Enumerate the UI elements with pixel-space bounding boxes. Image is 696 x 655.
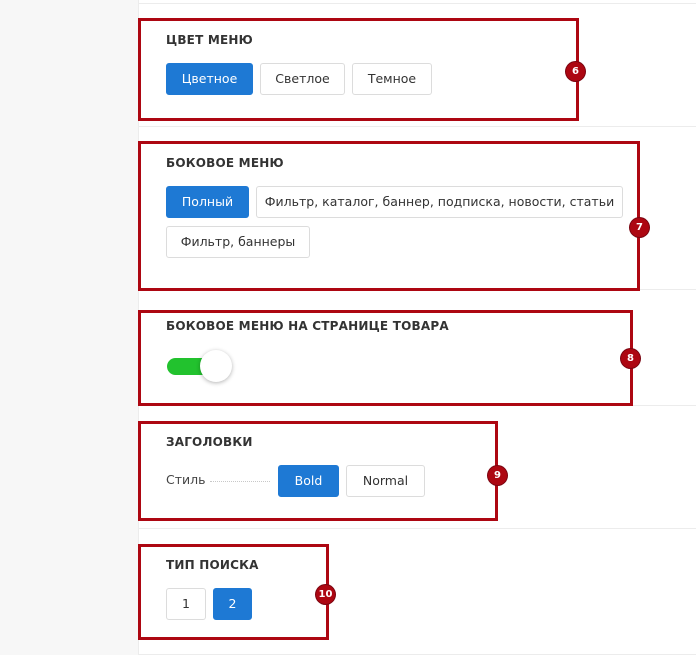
highlight-frame: [138, 421, 498, 521]
step-badge: 8: [621, 349, 640, 368]
step-badge: 7: [630, 218, 649, 237]
step-badge: 10: [316, 585, 335, 604]
section-divider: [139, 126, 696, 127]
highlight-frame: [138, 18, 579, 121]
highlight-frame: [138, 141, 640, 291]
step-badge: 6: [566, 62, 585, 81]
step-badge: 9: [488, 466, 507, 485]
section-divider: [139, 3, 696, 4]
settings-panel: ЦВЕТ МЕНЮ Цветное Светлое Темное 6 БОКОВ…: [0, 0, 696, 655]
section-divider: [139, 528, 696, 529]
highlight-frame: [138, 544, 329, 640]
left-gutter: [0, 0, 139, 655]
highlight-frame: [138, 310, 633, 406]
